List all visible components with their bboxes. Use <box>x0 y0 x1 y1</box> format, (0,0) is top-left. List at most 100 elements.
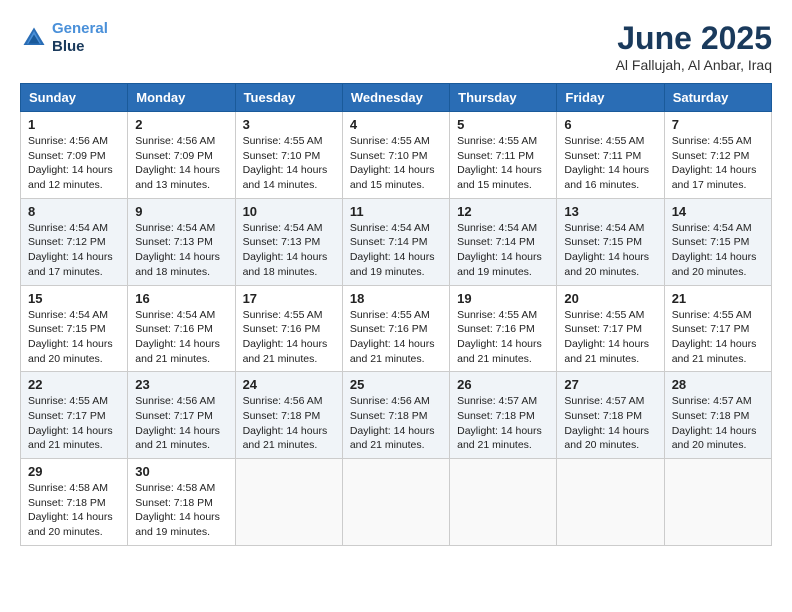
daylight-label: Daylight: 14 hours <box>28 338 113 350</box>
sunrise-label: Sunrise: 4:56 AM <box>135 395 215 407</box>
daylight-minutes: and 19 minutes. <box>135 526 210 538</box>
sunrise-label: Sunrise: 4:56 AM <box>28 135 108 147</box>
sunrise-label: Sunrise: 4:57 AM <box>457 395 537 407</box>
day-number: 7 <box>672 117 764 132</box>
day-cell-13: 13 Sunrise: 4:54 AM Sunset: 7:15 PM Dayl… <box>557 198 664 285</box>
sunrise-label: Sunrise: 4:55 AM <box>564 309 644 321</box>
day-number: 6 <box>564 117 656 132</box>
day-cell-17: 17 Sunrise: 4:55 AM Sunset: 7:16 PM Dayl… <box>235 285 342 372</box>
col-header-wednesday: Wednesday <box>342 84 449 112</box>
day-cell-4: 4 Sunrise: 4:55 AM Sunset: 7:10 PM Dayli… <box>342 112 449 199</box>
daylight-label: Daylight: 14 hours <box>564 251 649 263</box>
daylight-minutes: and 21 minutes. <box>28 439 103 451</box>
col-header-thursday: Thursday <box>450 84 557 112</box>
logo-general: General <box>52 20 108 37</box>
sunset-label: Sunset: 7:09 PM <box>135 150 213 162</box>
day-cell-23: 23 Sunrise: 4:56 AM Sunset: 7:17 PM Dayl… <box>128 372 235 459</box>
sunset-label: Sunset: 7:17 PM <box>564 323 642 335</box>
daylight-label: Daylight: 14 hours <box>243 425 328 437</box>
daylight-minutes: and 20 minutes. <box>672 439 747 451</box>
day-number: 29 <box>28 464 120 479</box>
sunset-label: Sunset: 7:13 PM <box>135 236 213 248</box>
daylight-minutes: and 21 minutes. <box>350 439 425 451</box>
day-cell-28: 28 Sunrise: 4:57 AM Sunset: 7:18 PM Dayl… <box>664 372 771 459</box>
week-row-4: 22 Sunrise: 4:55 AM Sunset: 7:17 PM Dayl… <box>21 372 772 459</box>
daylight-minutes: and 21 minutes. <box>135 353 210 365</box>
day-cell-20: 20 Sunrise: 4:55 AM Sunset: 7:17 PM Dayl… <box>557 285 664 372</box>
day-number: 11 <box>350 204 442 219</box>
empty-cell <box>664 459 771 546</box>
day-number: 14 <box>672 204 764 219</box>
sunset-label: Sunset: 7:17 PM <box>28 410 106 422</box>
daylight-minutes: and 13 minutes. <box>135 179 210 191</box>
sunrise-label: Sunrise: 4:55 AM <box>564 135 644 147</box>
logo-icon <box>20 24 48 52</box>
sunset-label: Sunset: 7:16 PM <box>457 323 535 335</box>
sunset-label: Sunset: 7:18 PM <box>457 410 535 422</box>
day-number: 8 <box>28 204 120 219</box>
daylight-label: Daylight: 14 hours <box>135 338 220 350</box>
sunrise-label: Sunrise: 4:55 AM <box>672 135 752 147</box>
daylight-label: Daylight: 14 hours <box>28 251 113 263</box>
sunrise-label: Sunrise: 4:55 AM <box>672 309 752 321</box>
day-cell-27: 27 Sunrise: 4:57 AM Sunset: 7:18 PM Dayl… <box>557 372 664 459</box>
daylight-minutes: and 21 minutes. <box>672 353 747 365</box>
daylight-minutes: and 19 minutes. <box>350 266 425 278</box>
daylight-label: Daylight: 14 hours <box>135 164 220 176</box>
daylight-label: Daylight: 14 hours <box>564 164 649 176</box>
daylight-label: Daylight: 14 hours <box>457 338 542 350</box>
header-area: General Blue June 2025 Al Fallujah, Al A… <box>20 20 772 73</box>
sunset-label: Sunset: 7:18 PM <box>243 410 321 422</box>
day-cell-8: 8 Sunrise: 4:54 AM Sunset: 7:12 PM Dayli… <box>21 198 128 285</box>
day-number: 28 <box>672 377 764 392</box>
sunrise-label: Sunrise: 4:57 AM <box>564 395 644 407</box>
daylight-label: Daylight: 14 hours <box>28 425 113 437</box>
daylight-minutes: and 18 minutes. <box>243 266 318 278</box>
sunset-label: Sunset: 7:16 PM <box>135 323 213 335</box>
week-row-3: 15 Sunrise: 4:54 AM Sunset: 7:15 PM Dayl… <box>21 285 772 372</box>
sunset-label: Sunset: 7:13 PM <box>243 236 321 248</box>
day-number: 9 <box>135 204 227 219</box>
day-number: 24 <box>243 377 335 392</box>
daylight-label: Daylight: 14 hours <box>135 251 220 263</box>
day-cell-2: 2 Sunrise: 4:56 AM Sunset: 7:09 PM Dayli… <box>128 112 235 199</box>
sunrise-label: Sunrise: 4:55 AM <box>243 309 323 321</box>
day-cell-29: 29 Sunrise: 4:58 AM Sunset: 7:18 PM Dayl… <box>21 459 128 546</box>
logo-blue: Blue <box>52 38 85 55</box>
sunset-label: Sunset: 7:11 PM <box>457 150 534 162</box>
day-number: 22 <box>28 377 120 392</box>
sunset-label: Sunset: 7:16 PM <box>350 323 428 335</box>
sunset-label: Sunset: 7:12 PM <box>672 150 750 162</box>
daylight-minutes: and 21 minutes. <box>135 439 210 451</box>
day-number: 3 <box>243 117 335 132</box>
daylight-label: Daylight: 14 hours <box>28 511 113 523</box>
sunset-label: Sunset: 7:11 PM <box>564 150 641 162</box>
day-number: 26 <box>457 377 549 392</box>
sunset-label: Sunset: 7:18 PM <box>28 497 106 509</box>
sunrise-label: Sunrise: 4:58 AM <box>135 482 215 494</box>
sunrise-label: Sunrise: 4:55 AM <box>350 135 430 147</box>
daylight-label: Daylight: 14 hours <box>243 164 328 176</box>
daylight-minutes: and 14 minutes. <box>243 179 318 191</box>
daylight-minutes: and 20 minutes. <box>672 266 747 278</box>
sunrise-label: Sunrise: 4:54 AM <box>135 309 215 321</box>
day-number: 17 <box>243 291 335 306</box>
day-cell-16: 16 Sunrise: 4:54 AM Sunset: 7:16 PM Dayl… <box>128 285 235 372</box>
daylight-label: Daylight: 14 hours <box>350 251 435 263</box>
day-number: 20 <box>564 291 656 306</box>
week-row-1: 1 Sunrise: 4:56 AM Sunset: 7:09 PM Dayli… <box>21 112 772 199</box>
daylight-minutes: and 21 minutes. <box>564 353 639 365</box>
day-cell-11: 11 Sunrise: 4:54 AM Sunset: 7:14 PM Dayl… <box>342 198 449 285</box>
sunrise-label: Sunrise: 4:56 AM <box>243 395 323 407</box>
sunrise-label: Sunrise: 4:54 AM <box>672 222 752 234</box>
day-number: 1 <box>28 117 120 132</box>
logo: General Blue <box>20 20 108 56</box>
sunset-label: Sunset: 7:18 PM <box>564 410 642 422</box>
day-cell-12: 12 Sunrise: 4:54 AM Sunset: 7:14 PM Dayl… <box>450 198 557 285</box>
daylight-label: Daylight: 14 hours <box>672 251 757 263</box>
day-number: 4 <box>350 117 442 132</box>
col-header-saturday: Saturday <box>664 84 771 112</box>
daylight-label: Daylight: 14 hours <box>564 338 649 350</box>
sunrise-label: Sunrise: 4:55 AM <box>457 135 537 147</box>
daylight-minutes: and 20 minutes. <box>564 266 639 278</box>
